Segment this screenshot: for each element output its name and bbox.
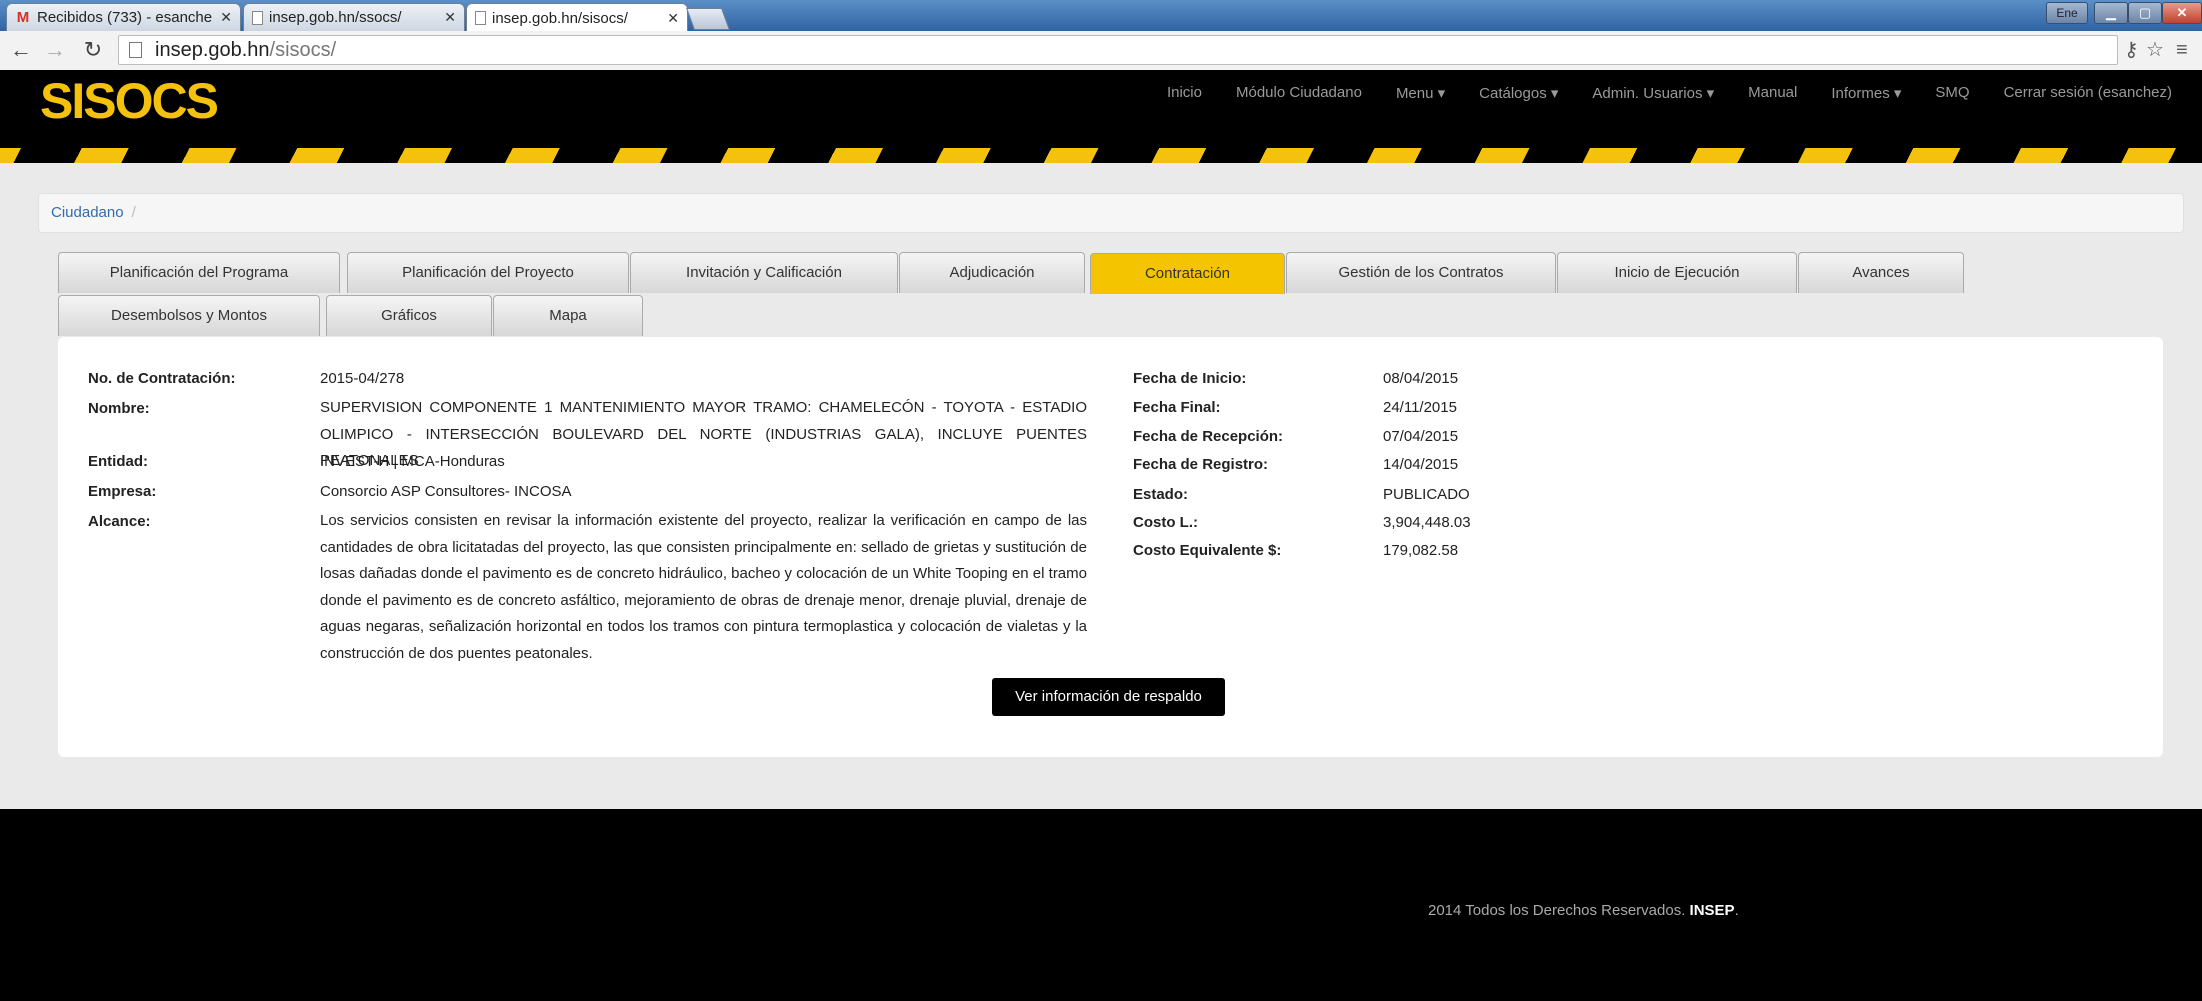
browser-toolbar: ← → ↻ insep.gob.hn/sisocs/ ⚷ ☆ ≡ — [0, 31, 2202, 71]
browser-tab-label: insep.gob.hn/sisocs/ — [492, 9, 628, 27]
forward-arrow-icon[interactable]: → — [42, 35, 68, 65]
tab-planificacion-programa[interactable]: Planificación del Programa — [58, 252, 340, 293]
fecha-recepcion-value: 07/04/2015 — [1383, 428, 1459, 445]
tab-desembolsos-montos[interactable]: Desembolsos y Montos — [58, 295, 320, 336]
page-icon — [252, 10, 263, 25]
nombre-label: Nombre: — [88, 400, 150, 417]
contratacion-label: No. de Contratación: — [88, 370, 236, 387]
close-icon[interactable]: ✕ — [220, 9, 232, 26]
empresa-value: Consorcio ASP Consultores- INCOSA — [320, 483, 572, 500]
breadcrumb-ciudadano[interactable]: Ciudadano — [51, 204, 124, 221]
browser-tab-label: insep.gob.hn/ssocs/ — [269, 9, 402, 26]
main-nav: Inicio Módulo Ciudadano Menu ▾ Catálogos… — [1133, 84, 2172, 102]
minimize-icon[interactable]: ▁ — [2094, 2, 2128, 24]
browser-tab-gmail[interactable]: M Recibidos (733) - esanche ✕ — [6, 3, 241, 31]
tab-graficos[interactable]: Gráficos — [326, 295, 492, 336]
footer-dot: . — [1734, 902, 1739, 919]
estado-value: PUBLICADO — [1383, 486, 1470, 503]
user-badge[interactable]: Ene — [2046, 2, 2088, 24]
nav-catalogos[interactable]: Catálogos ▾ — [1479, 84, 1558, 102]
alcance-value: Los servicios consisten en revisar la in… — [320, 512, 1087, 662]
new-tab-button[interactable] — [685, 8, 731, 30]
bookmark-star-icon[interactable]: ☆ — [2146, 35, 2164, 65]
close-window-icon[interactable]: ✕ — [2162, 2, 2202, 24]
page-icon — [475, 11, 486, 25]
fecha-inicio-value: 08/04/2015 — [1383, 370, 1459, 387]
menu-icon[interactable]: ≡ — [2176, 35, 2188, 65]
footer-copyright: 2014 Todos los Derechos Reservados. INSE… — [1428, 902, 1739, 919]
footer-brand: INSEP — [1689, 902, 1735, 919]
estado-label: Estado: — [1133, 486, 1189, 503]
fecha-recepcion-label: Fecha de Recepción: — [1133, 428, 1284, 445]
entidad-value: INVEST-H | MCA-Honduras — [320, 453, 505, 470]
fecha-final-value: 24/11/2015 — [1383, 399, 1457, 416]
empresa-label: Empresa: — [88, 483, 157, 500]
tab-gestion-contratos[interactable]: Gestión de los Contratos — [1286, 252, 1556, 293]
nav-menu[interactable]: Menu ▾ — [1396, 84, 1445, 102]
browser-tabstrip: M Recibidos (733) - esanche ✕ insep.gob.… — [0, 0, 2202, 32]
nav-manual[interactable]: Manual — [1748, 84, 1797, 102]
breadcrumb-separator: / — [131, 204, 136, 221]
costo-l-label: Costo L.: — [1133, 514, 1198, 531]
key-icon[interactable]: ⚷ — [2124, 35, 2139, 65]
ver-respaldo-button[interactable]: Ver información de respaldo — [992, 678, 1225, 716]
page-icon — [129, 42, 142, 58]
reload-icon[interactable]: ↻ — [80, 35, 106, 65]
sisocs-logo[interactable]: SISOCS — [40, 72, 219, 130]
tab-adjudicacion[interactable]: Adjudicación — [899, 252, 1085, 293]
hazard-stripe — [0, 148, 2202, 163]
costo-equivalente-value: 179,082.58 — [1383, 542, 1459, 559]
tab-avances[interactable]: Avances — [1798, 252, 1964, 293]
tab-invitacion-calificacion[interactable]: Invitación y Calificación — [630, 252, 898, 293]
site-footer: 2014 Todos los Derechos Reservados. INSE… — [0, 809, 2202, 1001]
footer-text: 2014 Todos los Derechos Reservados. — [1428, 902, 1686, 919]
tab-contratacion[interactable]: Contratación — [1090, 253, 1285, 294]
breadcrumb: Ciudadano / — [38, 193, 2184, 233]
tab-mapa[interactable]: Mapa — [493, 295, 643, 336]
fecha-registro-label: Fecha de Registro: — [1133, 456, 1269, 473]
browser-tab-ssocs[interactable]: insep.gob.hn/ssocs/ ✕ — [243, 3, 465, 31]
entidad-label: Entidad: — [88, 453, 148, 470]
costo-equivalente-label: Costo Equivalente $: — [1133, 542, 1282, 559]
alcance-label: Alcance: — [88, 513, 151, 530]
close-icon[interactable]: ✕ — [444, 9, 456, 26]
nav-inicio[interactable]: Inicio — [1167, 84, 1202, 102]
nav-cerrar-sesion[interactable]: Cerrar sesión (esanchez) — [2004, 84, 2172, 102]
nav-smq[interactable]: SMQ — [1935, 84, 1969, 102]
close-icon[interactable]: ✕ — [667, 10, 679, 27]
browser-tab-label: Recibidos (733) - esanche — [37, 9, 213, 26]
fecha-final-label: Fecha Final: — [1133, 399, 1221, 416]
nav-modulo-ciudadano[interactable]: Módulo Ciudadano — [1236, 84, 1362, 102]
tab-planificacion-proyecto[interactable]: Planificación del Proyecto — [347, 252, 629, 293]
url-path: /sisocs/ — [269, 39, 337, 61]
site-header: SISOCS Inicio Módulo Ciudadano Menu ▾ Ca… — [0, 70, 2202, 163]
browser-tab-sisocs[interactable]: insep.gob.hn/sisocs/ ✕ — [466, 3, 688, 32]
tab-inicio-ejecucion[interactable]: Inicio de Ejecución — [1557, 252, 1797, 293]
fecha-inicio-label: Fecha de Inicio: — [1133, 370, 1247, 387]
nav-admin-usuarios[interactable]: Admin. Usuarios ▾ — [1592, 84, 1714, 102]
gmail-icon: M — [16, 8, 30, 26]
address-bar[interactable]: insep.gob.hn/sisocs/ — [118, 35, 2118, 65]
maximize-icon[interactable]: ▢ — [2128, 2, 2162, 24]
back-arrow-icon[interactable]: ← — [8, 35, 34, 65]
contratacion-value: 2015-04/278 — [320, 370, 405, 387]
url-host: insep.gob.hn — [155, 39, 270, 61]
costo-l-value: 3,904,448.03 — [1383, 514, 1471, 531]
fecha-registro-value: 14/04/2015 — [1383, 456, 1459, 473]
nav-informes[interactable]: Informes ▾ — [1831, 84, 1901, 102]
